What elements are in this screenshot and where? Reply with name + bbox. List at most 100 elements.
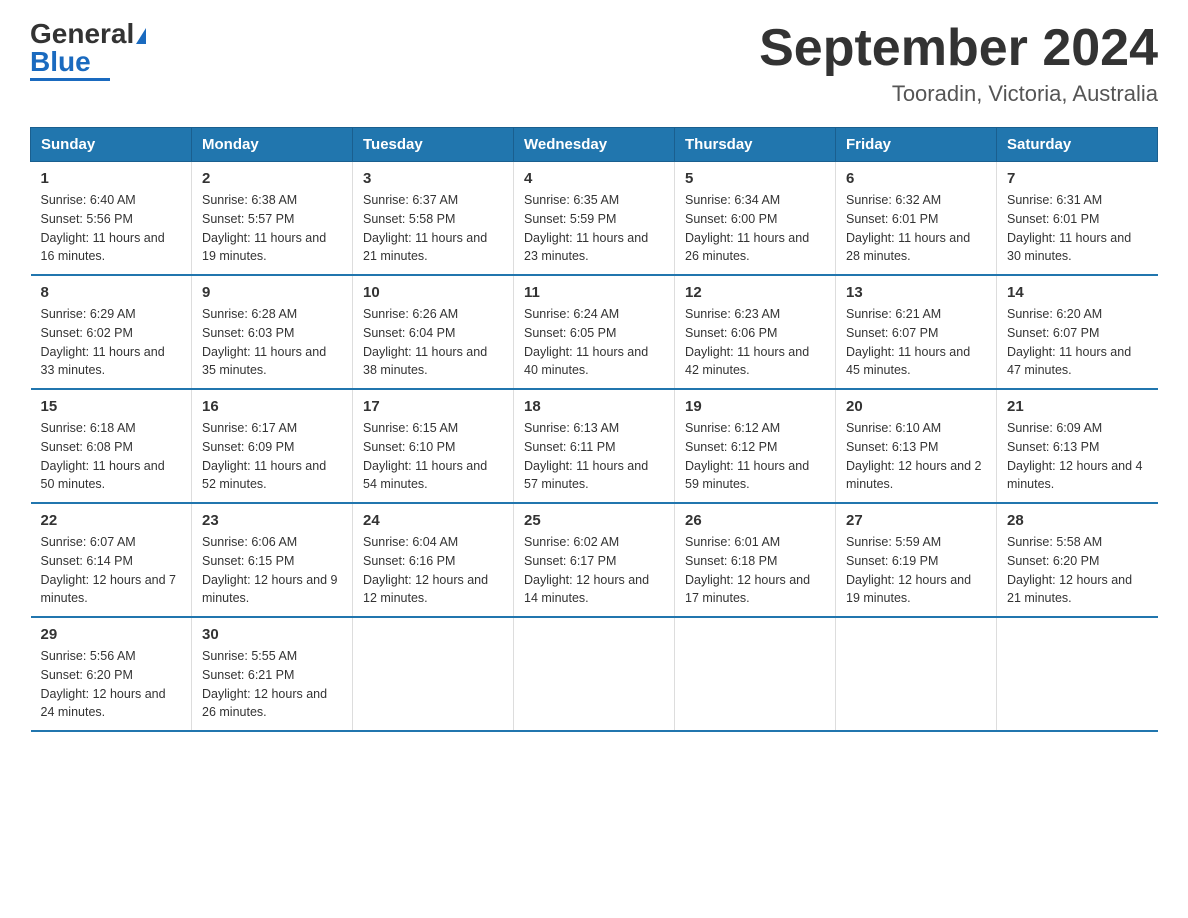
day-number: 19 (685, 398, 825, 415)
day-number: 22 (41, 512, 182, 529)
day-info: Sunrise: 6:40 AM Sunset: 5:56 PM Dayligh… (41, 191, 182, 266)
day-info: Sunrise: 6:29 AM Sunset: 6:02 PM Dayligh… (41, 305, 182, 380)
page-header: General Blue September 2024 Tooradin, Vi… (30, 20, 1158, 107)
col-monday: Monday (192, 128, 353, 162)
title-block: September 2024 Tooradin, Victoria, Austr… (759, 20, 1158, 107)
calendar-cell: 1 Sunrise: 6:40 AM Sunset: 5:56 PM Dayli… (31, 162, 192, 276)
calendar-cell: 25 Sunrise: 6:02 AM Sunset: 6:17 PM Dayl… (514, 503, 675, 617)
day-info: Sunrise: 6:04 AM Sunset: 6:16 PM Dayligh… (363, 533, 503, 608)
calendar-cell: 15 Sunrise: 6:18 AM Sunset: 6:08 PM Dayl… (31, 389, 192, 503)
day-info: Sunrise: 6:35 AM Sunset: 5:59 PM Dayligh… (524, 191, 664, 266)
logo-blue-text: Blue (30, 48, 91, 76)
day-info: Sunrise: 5:58 AM Sunset: 6:20 PM Dayligh… (1007, 533, 1148, 608)
calendar-cell: 13 Sunrise: 6:21 AM Sunset: 6:07 PM Dayl… (836, 275, 997, 389)
calendar-header-row: Sunday Monday Tuesday Wednesday Thursday… (31, 128, 1158, 162)
calendar-cell: 21 Sunrise: 6:09 AM Sunset: 6:13 PM Dayl… (997, 389, 1158, 503)
day-info: Sunrise: 5:55 AM Sunset: 6:21 PM Dayligh… (202, 647, 342, 722)
day-number: 18 (524, 398, 664, 415)
day-info: Sunrise: 6:09 AM Sunset: 6:13 PM Dayligh… (1007, 419, 1148, 494)
day-info: Sunrise: 5:59 AM Sunset: 6:19 PM Dayligh… (846, 533, 986, 608)
day-number: 29 (41, 626, 182, 643)
col-friday: Friday (836, 128, 997, 162)
day-info: Sunrise: 6:15 AM Sunset: 6:10 PM Dayligh… (363, 419, 503, 494)
day-info: Sunrise: 5:56 AM Sunset: 6:20 PM Dayligh… (41, 647, 182, 722)
day-number: 27 (846, 512, 986, 529)
calendar-cell: 4 Sunrise: 6:35 AM Sunset: 5:59 PM Dayli… (514, 162, 675, 276)
day-info: Sunrise: 6:06 AM Sunset: 6:15 PM Dayligh… (202, 533, 342, 608)
day-number: 7 (1007, 170, 1148, 187)
calendar-cell: 24 Sunrise: 6:04 AM Sunset: 6:16 PM Dayl… (353, 503, 514, 617)
day-info: Sunrise: 6:10 AM Sunset: 6:13 PM Dayligh… (846, 419, 986, 494)
logo-underline (30, 78, 110, 81)
calendar-cell: 23 Sunrise: 6:06 AM Sunset: 6:15 PM Dayl… (192, 503, 353, 617)
calendar-cell: 10 Sunrise: 6:26 AM Sunset: 6:04 PM Dayl… (353, 275, 514, 389)
col-saturday: Saturday (997, 128, 1158, 162)
day-info: Sunrise: 6:38 AM Sunset: 5:57 PM Dayligh… (202, 191, 342, 266)
col-tuesday: Tuesday (353, 128, 514, 162)
day-number: 20 (846, 398, 986, 415)
day-number: 24 (363, 512, 503, 529)
day-number: 17 (363, 398, 503, 415)
day-number: 28 (1007, 512, 1148, 529)
calendar-cell: 3 Sunrise: 6:37 AM Sunset: 5:58 PM Dayli… (353, 162, 514, 276)
day-number: 21 (1007, 398, 1148, 415)
col-wednesday: Wednesday (514, 128, 675, 162)
day-info: Sunrise: 6:20 AM Sunset: 6:07 PM Dayligh… (1007, 305, 1148, 380)
calendar-cell: 27 Sunrise: 5:59 AM Sunset: 6:19 PM Dayl… (836, 503, 997, 617)
day-number: 5 (685, 170, 825, 187)
day-info: Sunrise: 6:32 AM Sunset: 6:01 PM Dayligh… (846, 191, 986, 266)
calendar-cell (675, 617, 836, 731)
calendar-cell (997, 617, 1158, 731)
day-number: 11 (524, 284, 664, 301)
calendar-cell: 11 Sunrise: 6:24 AM Sunset: 6:05 PM Dayl… (514, 275, 675, 389)
day-number: 23 (202, 512, 342, 529)
logo-text: General (30, 20, 146, 48)
day-info: Sunrise: 6:37 AM Sunset: 5:58 PM Dayligh… (363, 191, 503, 266)
calendar-cell: 7 Sunrise: 6:31 AM Sunset: 6:01 PM Dayli… (997, 162, 1158, 276)
day-info: Sunrise: 6:23 AM Sunset: 6:06 PM Dayligh… (685, 305, 825, 380)
calendar-cell (514, 617, 675, 731)
calendar-week-1: 1 Sunrise: 6:40 AM Sunset: 5:56 PM Dayli… (31, 162, 1158, 276)
calendar-cell: 19 Sunrise: 6:12 AM Sunset: 6:12 PM Dayl… (675, 389, 836, 503)
day-info: Sunrise: 6:01 AM Sunset: 6:18 PM Dayligh… (685, 533, 825, 608)
calendar-cell: 5 Sunrise: 6:34 AM Sunset: 6:00 PM Dayli… (675, 162, 836, 276)
calendar-cell (836, 617, 997, 731)
calendar-cell: 30 Sunrise: 5:55 AM Sunset: 6:21 PM Dayl… (192, 617, 353, 731)
day-number: 13 (846, 284, 986, 301)
day-number: 30 (202, 626, 342, 643)
day-number: 12 (685, 284, 825, 301)
calendar-cell: 20 Sunrise: 6:10 AM Sunset: 6:13 PM Dayl… (836, 389, 997, 503)
calendar-week-2: 8 Sunrise: 6:29 AM Sunset: 6:02 PM Dayli… (31, 275, 1158, 389)
calendar-cell: 6 Sunrise: 6:32 AM Sunset: 6:01 PM Dayli… (836, 162, 997, 276)
day-number: 26 (685, 512, 825, 529)
calendar-cell: 14 Sunrise: 6:20 AM Sunset: 6:07 PM Dayl… (997, 275, 1158, 389)
day-number: 14 (1007, 284, 1148, 301)
day-info: Sunrise: 6:18 AM Sunset: 6:08 PM Dayligh… (41, 419, 182, 494)
day-info: Sunrise: 6:28 AM Sunset: 6:03 PM Dayligh… (202, 305, 342, 380)
col-thursday: Thursday (675, 128, 836, 162)
logo: General Blue (30, 20, 146, 81)
day-info: Sunrise: 6:21 AM Sunset: 6:07 PM Dayligh… (846, 305, 986, 380)
day-number: 10 (363, 284, 503, 301)
calendar-week-5: 29 Sunrise: 5:56 AM Sunset: 6:20 PM Dayl… (31, 617, 1158, 731)
day-number: 8 (41, 284, 182, 301)
calendar-week-4: 22 Sunrise: 6:07 AM Sunset: 6:14 PM Dayl… (31, 503, 1158, 617)
calendar-week-3: 15 Sunrise: 6:18 AM Sunset: 6:08 PM Dayl… (31, 389, 1158, 503)
day-number: 9 (202, 284, 342, 301)
calendar-cell: 8 Sunrise: 6:29 AM Sunset: 6:02 PM Dayli… (31, 275, 192, 389)
calendar-cell: 28 Sunrise: 5:58 AM Sunset: 6:20 PM Dayl… (997, 503, 1158, 617)
calendar-cell: 16 Sunrise: 6:17 AM Sunset: 6:09 PM Dayl… (192, 389, 353, 503)
calendar-cell: 2 Sunrise: 6:38 AM Sunset: 5:57 PM Dayli… (192, 162, 353, 276)
col-sunday: Sunday (31, 128, 192, 162)
location-text: Tooradin, Victoria, Australia (759, 81, 1158, 107)
day-number: 4 (524, 170, 664, 187)
day-number: 6 (846, 170, 986, 187)
day-number: 3 (363, 170, 503, 187)
day-info: Sunrise: 6:26 AM Sunset: 6:04 PM Dayligh… (363, 305, 503, 380)
day-number: 1 (41, 170, 182, 187)
calendar-cell: 17 Sunrise: 6:15 AM Sunset: 6:10 PM Dayl… (353, 389, 514, 503)
calendar-cell: 9 Sunrise: 6:28 AM Sunset: 6:03 PM Dayli… (192, 275, 353, 389)
day-info: Sunrise: 6:13 AM Sunset: 6:11 PM Dayligh… (524, 419, 664, 494)
day-info: Sunrise: 6:17 AM Sunset: 6:09 PM Dayligh… (202, 419, 342, 494)
calendar-cell (353, 617, 514, 731)
